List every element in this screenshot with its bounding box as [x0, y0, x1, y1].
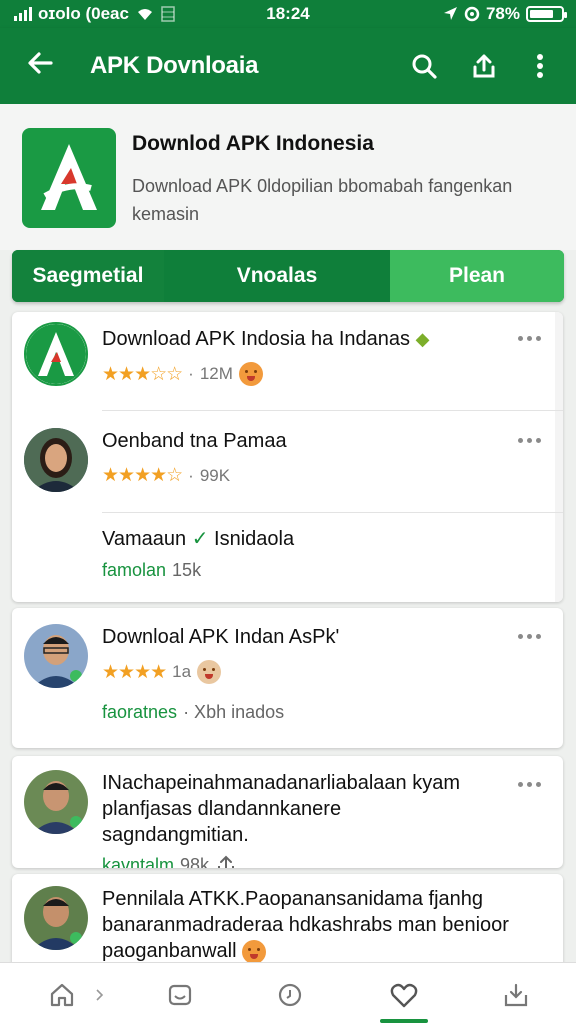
- sub-meta: · Xbh inados: [183, 702, 285, 722]
- sub-count: 98k: [180, 854, 210, 869]
- item-sub-meta: kavntalm 98k: [102, 854, 493, 868]
- item-sub-meta: faoratnes · Xbh inados: [102, 702, 503, 723]
- more-options-icon[interactable]: [511, 328, 547, 348]
- item-meta: ★★★★☆ · 99K: [102, 464, 503, 487]
- emoji-icon: [242, 939, 267, 964]
- item-sub-meta: famolan 15k: [102, 560, 503, 581]
- avatar: [24, 428, 88, 492]
- favorite-icon[interactable]: [384, 977, 424, 1013]
- item-title: Downloal APK Indan AsPk': [102, 626, 340, 648]
- search-icon[interactable]: [406, 48, 442, 84]
- app-list-card: Download APK Indosia ha Indanas ◆ ★★★☆☆ …: [12, 312, 563, 602]
- star-rating: ★★★★☆: [102, 465, 183, 486]
- list-item[interactable]: INachapeinahmanadanarliabalaan kyam plan…: [12, 756, 563, 868]
- item-meta: ★★★★ 1a: [102, 660, 503, 684]
- share-upload-icon[interactable]: [466, 48, 502, 84]
- app-list-card: Downloal APK Indan AsPk' ★★★★ 1a faoratn…: [12, 608, 563, 748]
- avatar: [24, 886, 88, 950]
- segment-tabs: Saegmetial Vnoalas Plean: [12, 250, 564, 302]
- avatar: [24, 624, 88, 688]
- chevron-right-icon: [90, 977, 110, 1013]
- category-tag[interactable]: famolan: [102, 560, 166, 581]
- rating-dot: ·: [188, 465, 194, 485]
- list-item[interactable]: Oenband tna Pamaa ★★★★☆ · 99K Vamaaun ✓ …: [12, 410, 563, 602]
- status-right: 78%: [442, 4, 567, 24]
- app-title: Downlod APK Indonesia: [132, 132, 374, 155]
- download-count: 99K: [199, 465, 231, 485]
- item-title: INachapeinahmanadanarliabalaan kyam plan…: [102, 772, 461, 846]
- download-count: 12M: [199, 364, 233, 383]
- item-text: Downloal APK Indan AsPk' ★★★★ 1a faoratn…: [102, 624, 503, 723]
- battery-icon: [526, 6, 567, 22]
- list-item[interactable]: Pennilala ATKK.Paopanansanidama fjanhg b…: [12, 874, 563, 974]
- item-title: Pennilala ATKK.Paopanansanidama fjanhg b…: [102, 888, 509, 964]
- app-list-card: Pennilala ATKK.Paopanansanidama fjanhg b…: [12, 874, 563, 974]
- category-tag[interactable]: faoratnes: [102, 702, 177, 723]
- star-rating: ★★★★: [102, 661, 167, 683]
- star-rating: ★★★☆☆: [102, 363, 183, 385]
- emoji-icon: [197, 660, 222, 684]
- location-icon: [443, 7, 457, 20]
- tab-segmental[interactable]: Saegmetial: [12, 250, 164, 302]
- status-bar: ᴏɪᴏlo (0eac 18:24 78%: [0, 0, 576, 28]
- app-list-card: INachapeinahmanadanarliabalaan kyam plan…: [12, 756, 563, 868]
- battery-fill: [530, 10, 554, 18]
- bottom-navigation: [0, 962, 576, 1024]
- list-item[interactable]: Download APK Indosia ha Indanas ◆ ★★★☆☆ …: [12, 312, 563, 410]
- list-item[interactable]: Downloal APK Indan AsPk' ★★★★ 1a faoratn…: [12, 608, 563, 748]
- app-bar-title: APK Dovnloaia: [90, 52, 259, 79]
- tab-plean[interactable]: Plean: [390, 250, 564, 302]
- divider: [102, 512, 563, 513]
- avatar: [24, 770, 88, 834]
- app-header-section: Downlod APK Indonesia Download APK 0ldop…: [0, 104, 576, 250]
- app-description: Download APK 0ldopilian bbomabah fangenk…: [132, 176, 513, 224]
- item-text: Download APK Indosia ha Indanas ◆ ★★★☆☆ …: [102, 326, 503, 386]
- item-title: Oenband tna Pamaa: [102, 430, 287, 452]
- app-bar: APK Dovnloaia: [0, 28, 576, 104]
- more-options-icon[interactable]: [511, 774, 547, 794]
- download-count: 1a: [172, 662, 192, 681]
- item-text: INachapeinahmanadanarliabalaan kyam plan…: [102, 770, 493, 868]
- share-icon[interactable]: [215, 854, 237, 868]
- item-title: Download APK Indosia ha Indanas ◆: [102, 328, 430, 350]
- leaf-icon: ◆: [415, 329, 430, 349]
- clock-icon[interactable]: [270, 977, 310, 1013]
- more-vert-icon[interactable]: [522, 48, 558, 84]
- rating-dot: ·: [188, 364, 194, 383]
- active-tab-indicator: [380, 1019, 428, 1023]
- item-text: Pennilala ATKK.Paopanansanidama fjanhg b…: [102, 886, 523, 964]
- app-avatar-icon: [24, 322, 88, 386]
- alarm-icon: [464, 6, 480, 22]
- item-sub-text: Vamaaun ✓ Isnidaola famolan 15k: [102, 526, 503, 581]
- battery-percent: 78%: [485, 4, 520, 23]
- item-meta: ★★★☆☆ · 12M: [102, 362, 503, 386]
- check-leaf-icon: ✓: [191, 528, 209, 550]
- app-logo-icon: [22, 128, 116, 228]
- home-icon[interactable]: [42, 977, 82, 1013]
- category-tag[interactable]: kavntalm: [102, 855, 174, 869]
- apps-icon[interactable]: [160, 977, 200, 1013]
- item-subtitle: Vamaaun ✓ Isnidaola: [102, 528, 295, 550]
- item-text: Oenband tna Pamaa ★★★★☆ · 99K: [102, 428, 503, 487]
- back-arrow-icon[interactable]: [22, 48, 58, 84]
- emoji-icon: [238, 362, 263, 386]
- more-options-icon[interactable]: [511, 430, 547, 450]
- more-options-icon[interactable]: [511, 626, 547, 646]
- download-icon[interactable]: [496, 977, 536, 1013]
- tab-vnoalas[interactable]: Vnoalas: [164, 250, 390, 302]
- sub-count: 15k: [172, 560, 202, 580]
